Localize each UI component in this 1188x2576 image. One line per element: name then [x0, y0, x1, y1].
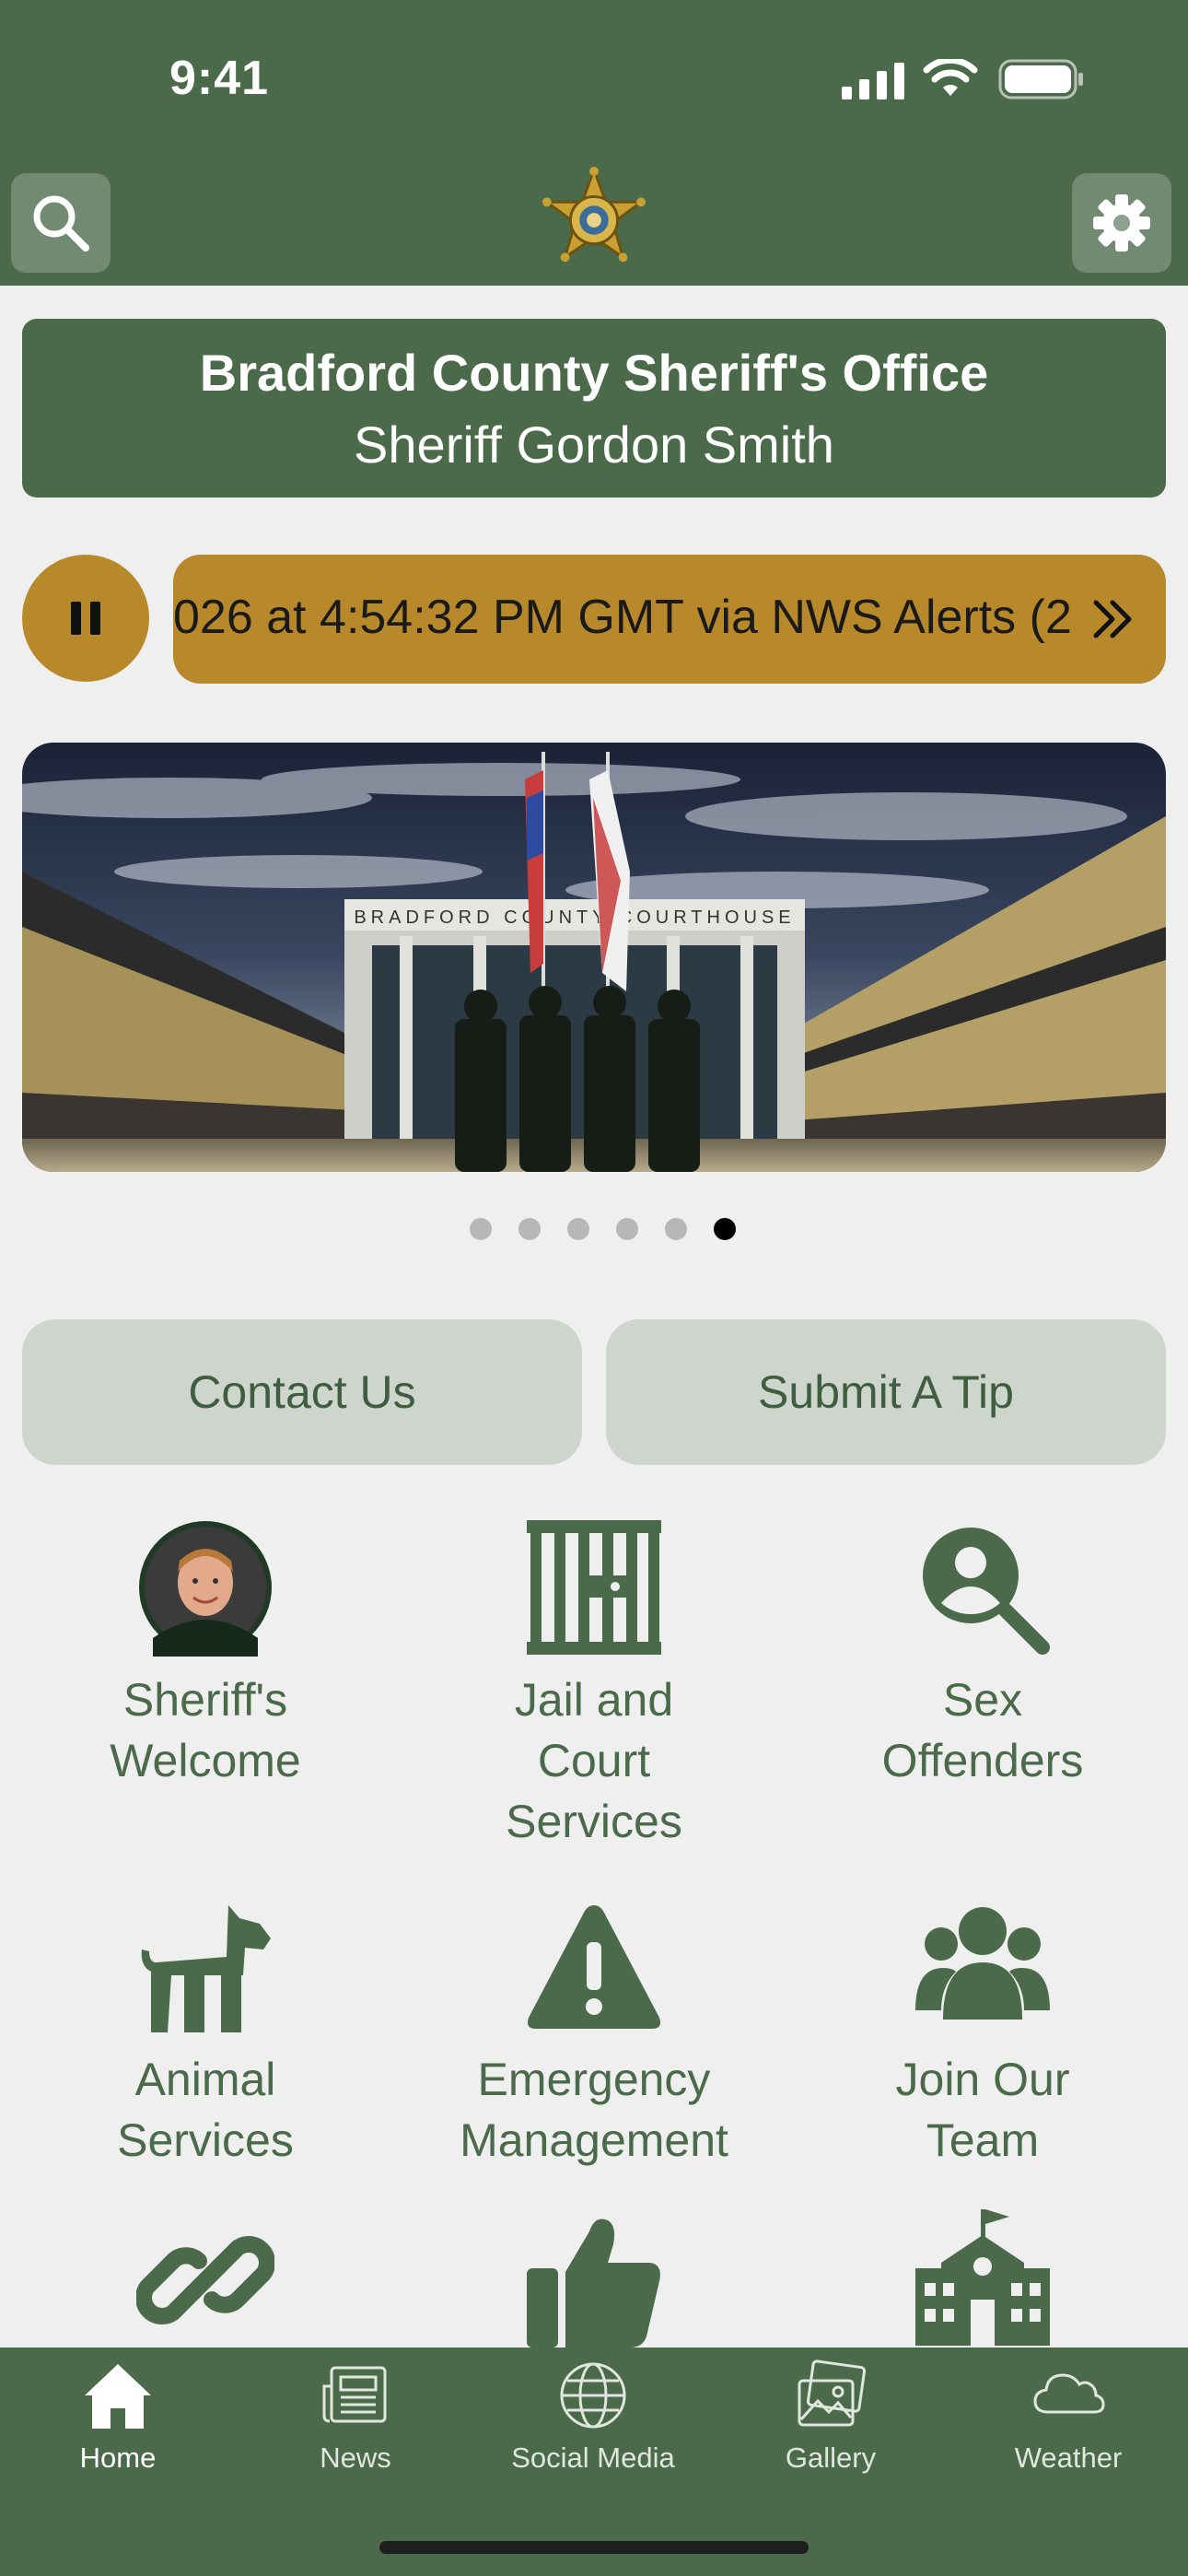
- tab-label: Weather: [1014, 2441, 1123, 2474]
- submit-tip-button[interactable]: Submit A Tip: [606, 1319, 1166, 1465]
- chevron-double-right-icon: [1093, 600, 1132, 638]
- settings-button[interactable]: [1072, 173, 1171, 273]
- tab-label: Home: [79, 2441, 157, 2474]
- jail-icon: [527, 1520, 661, 1655]
- title-banner: Bradford County Sheriff's Office Sheriff…: [22, 319, 1166, 498]
- tab-label: News: [320, 2441, 391, 2474]
- carousel-dot[interactable]: [664, 1218, 687, 1240]
- grid-label: Jail and Court Services: [506, 1674, 682, 1847]
- grid-item-emergency-management[interactable]: Emergency Management: [419, 1898, 769, 2171]
- thumbs-up-icon: [527, 2219, 660, 2348]
- ticker-more-button[interactable]: [1081, 582, 1146, 656]
- grid-label: Sheriff's Welcome: [110, 1674, 301, 1786]
- tab-gallery[interactable]: Gallery: [720, 2359, 941, 2475]
- cellular-signal-icon: [842, 63, 904, 100]
- newspaper-icon: [322, 2366, 387, 2423]
- warning-icon: [528, 1905, 660, 2029]
- sheriff-portrait: [139, 1521, 272, 1657]
- tab-label: Gallery: [785, 2441, 877, 2474]
- tab-weather[interactable]: Weather: [958, 2359, 1179, 2475]
- grid-item-sex-offenders[interactable]: Sex Offenders: [808, 1518, 1158, 1791]
- tab-news[interactable]: News: [245, 2359, 466, 2475]
- cloud-icon: [1033, 2373, 1105, 2414]
- tab-home[interactable]: Home: [7, 2359, 228, 2475]
- sheriff-badge-logo[interactable]: [540, 166, 648, 275]
- contact-us-button[interactable]: Contact Us: [22, 1319, 582, 1465]
- sheriff-name: Sheriff Gordon Smith: [354, 416, 834, 474]
- pause-icon: [71, 602, 100, 635]
- carousel-dot[interactable]: [615, 1218, 638, 1240]
- home-indicator: [379, 2541, 809, 2554]
- grid-label: Join Our Team: [895, 2054, 1070, 2166]
- office-title: Bradford County Sheriff's Office: [199, 344, 989, 402]
- carousel-dot[interactable]: [566, 1218, 589, 1240]
- battery-icon: [998, 59, 1083, 100]
- search-button[interactable]: [11, 173, 111, 273]
- carousel-dot[interactable]: [469, 1218, 492, 1240]
- person-search-icon: [923, 1528, 1050, 1655]
- tab-social-media[interactable]: Social Media: [483, 2359, 704, 2475]
- grid-item-jail-court-services[interactable]: Jail and Court Services: [419, 1518, 769, 1852]
- school-icon: [915, 2209, 1050, 2346]
- wifi-icon: [923, 59, 978, 96]
- grid-label: Sex Offenders: [881, 1674, 1084, 1786]
- grid-label: Emergency Management: [460, 2054, 728, 2166]
- grid-item-sheriffs-welcome[interactable]: Sheriff's Welcome: [30, 1518, 380, 1791]
- hero-carousel-image[interactable]: BRADFORD COUNTY COURTHOUSE: [22, 743, 1166, 1172]
- status-time: 9:41: [169, 52, 270, 105]
- grid-label: Animal Services: [117, 2054, 294, 2166]
- alert-ticker[interactable]: 026 at 4:54:32 PM GMT via NWS Alerts (2: [173, 555, 1166, 684]
- courthouse-sign: BRADFORD COUNTY COURTHOUSE: [354, 907, 795, 928]
- search-icon: [33, 195, 89, 252]
- image-icon: [798, 2359, 867, 2427]
- tab-label: Social Media: [511, 2441, 675, 2474]
- carousel-page-indicator[interactable]: [446, 1216, 759, 1242]
- pause-button[interactable]: [22, 555, 149, 682]
- grid-item-links[interactable]: [30, 2211, 380, 2348]
- users-icon: [915, 1907, 1050, 2020]
- carousel-dot[interactable]: [518, 1218, 541, 1240]
- carousel-dot-active[interactable]: [713, 1218, 736, 1240]
- dog-icon: [141, 1905, 271, 2032]
- grid-item-feedback[interactable]: [419, 2211, 769, 2348]
- grid-item-animal-services[interactable]: Animal Services: [30, 1898, 380, 2171]
- alert-ticker-text: 026 at 4:54:32 PM GMT via NWS Alerts (2: [173, 591, 1072, 644]
- link-icon: [136, 2236, 274, 2324]
- grid-item-join-our-team[interactable]: Join Our Team: [808, 1898, 1158, 2171]
- home-icon: [85, 2364, 151, 2429]
- grid-item-schools[interactable]: [808, 2207, 1158, 2348]
- globe-icon: [560, 2362, 626, 2429]
- courthouse-photo: BRADFORD COUNTY COURTHOUSE: [22, 743, 1166, 1172]
- gear-icon: [1093, 194, 1150, 252]
